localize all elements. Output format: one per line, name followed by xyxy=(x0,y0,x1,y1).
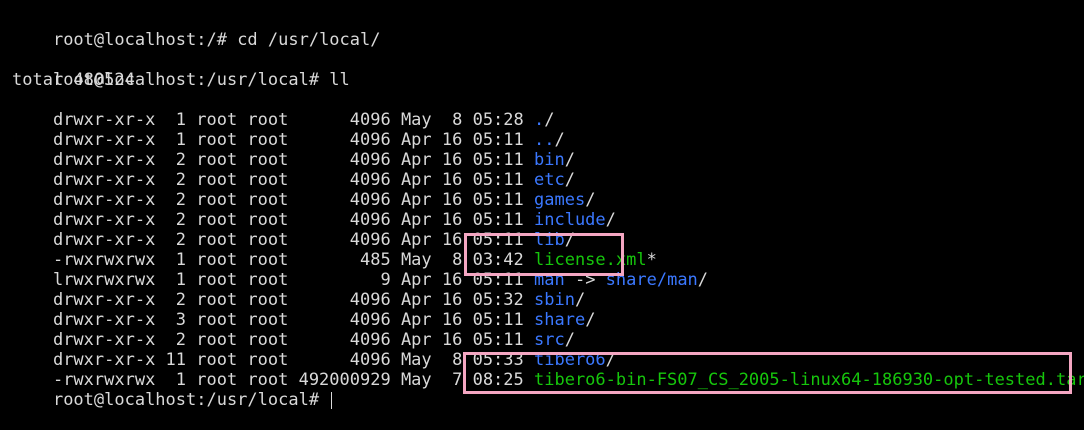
file-meta: drwxr-xr-x 2 root root 4096 Apr 16 05:11 xyxy=(52,230,534,250)
command-text: cd /usr/local/ xyxy=(237,30,381,50)
text-cursor xyxy=(331,391,333,409)
file-meta: drwxr-xr-x 2 root root 4096 Apr 16 05:11 xyxy=(52,330,534,350)
file-suffix: / xyxy=(605,210,616,230)
file-name: sbin xyxy=(534,290,575,310)
file-name: lib xyxy=(534,230,565,250)
file-suffix: / xyxy=(564,330,575,350)
file-name: etc xyxy=(534,170,565,190)
file-suffix: / xyxy=(697,270,709,290)
file-name: bin xyxy=(534,150,565,170)
file-name: include xyxy=(534,210,606,230)
file-suffix: / xyxy=(564,150,575,170)
file-suffix: / xyxy=(564,170,575,190)
file-suffix: / xyxy=(605,350,616,370)
file-suffix: / xyxy=(585,190,596,210)
file-suffix: / xyxy=(574,290,586,310)
file-meta: drwxr-xr-x 11 root root 4096 May 8 05:33 xyxy=(52,350,534,370)
file-name: share xyxy=(534,310,586,330)
file-meta: drwxr-xr-x 2 root root 4096 Apr 16 05:11 xyxy=(52,150,534,170)
file-name: games xyxy=(534,190,586,210)
shell-prompt: root@localhost:/usr/local# xyxy=(52,390,330,410)
file-meta: drwxr-xr-x 2 root root 4096 Apr 16 05:11 xyxy=(52,190,534,210)
file-name: license.xml xyxy=(534,250,647,270)
command-line-ll: root@localhost:/usr/local# ll xyxy=(12,50,1084,90)
file-meta: drwxr-xr-x 1 root root 4096 Apr 16 05:11 xyxy=(52,130,534,150)
command-line-cd: root@localhost:/# cd /usr/local/ xyxy=(12,10,1084,50)
file-name: man xyxy=(534,270,565,290)
file-name: .. xyxy=(534,130,555,150)
file-meta: -rwxrwxrwx 1 root root 492000929 May 7 0… xyxy=(52,370,534,390)
file-meta: drwxr-xr-x 2 root root 4096 Apr 16 05:11 xyxy=(52,170,534,190)
file-meta: drwxr-xr-x 2 root root 4096 Apr 16 05:11 xyxy=(52,210,534,230)
file-name: . xyxy=(534,110,545,130)
file-suffix: * xyxy=(646,250,657,270)
file-suffix: / xyxy=(544,110,555,130)
file-name: tibero6-bin-FS07_CS_2005-linux64-186930-… xyxy=(534,370,1084,390)
file-suffix: / xyxy=(554,130,565,150)
terminal-output[interactable]: root@localhost:/# cd /usr/local/ root@lo… xyxy=(12,10,1084,410)
file-meta: drwxr-xr-x 2 root root 4096 Apr 16 05:32 xyxy=(52,290,534,310)
file-meta: -rwxrwxrwx 1 root root 485 May 8 03:42 xyxy=(52,250,534,270)
file-meta: drwxr-xr-x 3 root root 4096 Apr 16 05:11 xyxy=(52,310,534,330)
symlink-arrow: -> xyxy=(564,270,606,290)
shell-prompt: root@localhost:/# xyxy=(52,30,238,50)
command-text: ll xyxy=(329,70,350,90)
file-meta: drwxr-xr-x 1 root root 4096 May 8 05:28 xyxy=(52,110,534,130)
file-name: src xyxy=(534,330,565,350)
file-name: tibero6 xyxy=(534,350,606,370)
listing-row-dot: drwxr-xr-x 1 root root 4096 May 8 05:28 … xyxy=(12,90,1084,130)
file-suffix: / xyxy=(585,310,596,330)
symlink-target: share/man xyxy=(605,270,698,290)
file-suffix: / xyxy=(564,230,575,250)
file-meta: lrwxrwxrwx 1 root root 9 Apr 16 05:11 xyxy=(52,270,534,290)
